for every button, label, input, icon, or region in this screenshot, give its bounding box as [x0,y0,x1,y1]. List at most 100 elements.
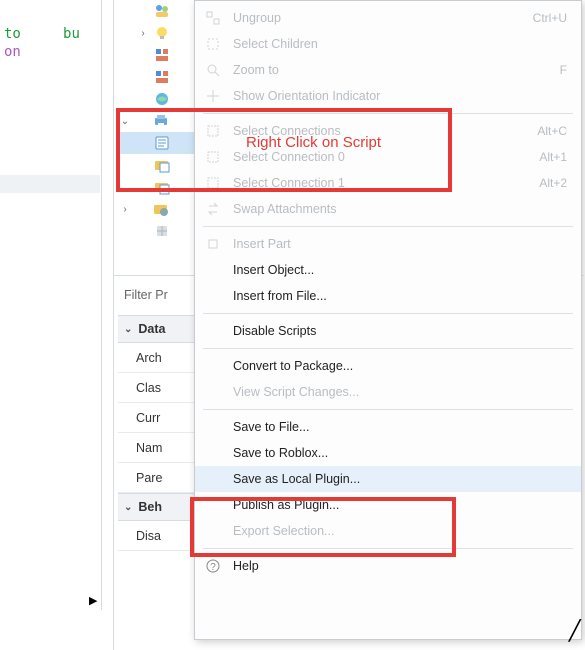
folder-note-icon [153,178,171,196]
menu-item-zoom-to: Zoom to F [195,57,581,83]
script-icon [153,134,171,152]
code-token: to [4,26,21,42]
printer-icon [152,112,170,130]
lightbulb-icon [153,24,171,42]
code-token: bu [63,26,80,42]
menu-item-ungroup: Ungroup Ctrl+U [195,5,581,31]
menu-label: Export Selection... [233,524,567,538]
menu-label: Help [233,559,567,573]
menu-label: Select Connection 1 [233,176,529,190]
menu-label: Ungroup [233,11,523,25]
select-conn-icon [203,121,223,141]
chevron-down-icon: ⌄ [124,502,132,513]
panel-divider[interactable] [101,0,102,610]
menu-label: Insert Object... [233,263,567,277]
property-label: Pare [136,471,162,485]
menu-item-help[interactable]: ? Help [195,553,581,579]
ungroup-icon [203,8,223,28]
menu-separator [203,313,573,314]
menu-item-convert-package[interactable]: Convert to Package... [195,353,581,379]
menu-label: Convert to Package... [233,359,567,373]
menu-item-select-connections: Select Connections Alt+C [195,118,581,144]
menu-separator [203,548,573,549]
blank-icon [203,495,223,515]
menu-separator [203,348,573,349]
chevron-right-icon: › [136,28,150,39]
blank-icon [203,469,223,489]
menu-label: Disable Scripts [233,324,567,338]
blank-icon [203,521,223,541]
menu-item-export-selection: Export Selection... [195,518,581,544]
chevron-down-icon: ⌄ [124,324,132,335]
swap-icon [203,199,223,219]
blank-icon [203,321,223,341]
globe-icon [153,90,171,108]
zoom-icon [203,60,223,80]
property-label: Clas [136,381,161,395]
menu-label: Save to File... [233,420,567,434]
chevron-down-icon[interactable]: ⌄ [118,116,132,127]
cube-icon [203,234,223,254]
menu-label: Select Children [233,37,567,51]
menu-item-insert-from-file[interactable]: Insert from File... [195,283,581,309]
menu-item-save-local-plugin[interactable]: Save as Local Plugin... [195,466,581,492]
svg-text:?: ? [210,562,216,573]
code-token: light [21,44,72,60]
folder-note-icon [153,156,171,174]
property-label: Disa [136,529,161,543]
select-children-icon [203,34,223,54]
blank-icon [203,382,223,402]
blank-icon [203,443,223,463]
orientation-icon [203,86,223,106]
menu-item-save-to-roblox[interactable]: Save to Roblox... [195,440,581,466]
menu-shortcut: F [560,63,567,77]
property-label: Nam [136,441,162,455]
property-label: Arch [136,351,162,365]
help-icon: ? [203,556,223,576]
menu-shortcut: Ctrl+U [533,11,567,25]
menu-label: Show Orientation Indicator [233,89,567,103]
storage-icon [153,46,171,64]
menu-item-save-to-file[interactable]: Save to File... [195,414,581,440]
code-gutter-line [0,175,100,193]
menu-item-select-children: Select Children [195,31,581,57]
chevron-right-icon[interactable]: › [118,204,132,215]
blank-icon [203,286,223,306]
folder-gear-icon [152,200,170,218]
context-menu: Ungroup Ctrl+U Select Children Zoom to F… [194,0,582,640]
menu-label: Insert Part [233,237,567,251]
menu-shortcut: Alt+1 [539,150,567,164]
section-label: Data [138,322,165,336]
select-conn-icon [203,147,223,167]
menu-label: View Script Changes... [233,385,567,399]
storage-icon [153,68,171,86]
menu-item-show-orientation: Show Orientation Indicator [195,83,581,109]
menu-separator [203,409,573,410]
menu-item-swap-attachments: Swap Attachments [195,196,581,222]
menu-label: Zoom to [233,63,550,77]
code-token: on [4,44,21,60]
menu-item-select-conn-0: Select Connection 0 Alt+1 [195,144,581,170]
blank-icon [203,356,223,376]
menu-item-select-conn-1: Select Connection 1 Alt+2 [195,170,581,196]
menu-label: Select Connection 0 [233,150,529,164]
menu-item-insert-part: Insert Part [195,231,581,257]
menu-separator [203,113,573,114]
menu-item-publish-plugin[interactable]: Publish as Plugin... [195,492,581,518]
menu-shortcut: Alt+2 [539,176,567,190]
play-arrow-icon[interactable]: ▶ [89,594,97,607]
menu-label: Publish as Plugin... [233,498,567,512]
menu-item-insert-object[interactable]: Insert Object... [195,257,581,283]
menu-label: Insert from File... [233,289,567,303]
filter-placeholder: Filter Pr [124,288,168,302]
menu-shortcut: Alt+C [537,124,567,138]
menu-label: Save to Roblox... [233,446,567,460]
blank-icon [203,260,223,280]
package-icon [153,222,171,240]
users-icon [153,2,171,20]
menu-item-disable-scripts[interactable]: Disable Scripts [195,318,581,344]
code-token: the [21,26,63,42]
menu-label: Select Connections [233,124,527,138]
menu-label: Save as Local Plugin... [233,472,567,486]
section-label: Beh [138,500,162,514]
